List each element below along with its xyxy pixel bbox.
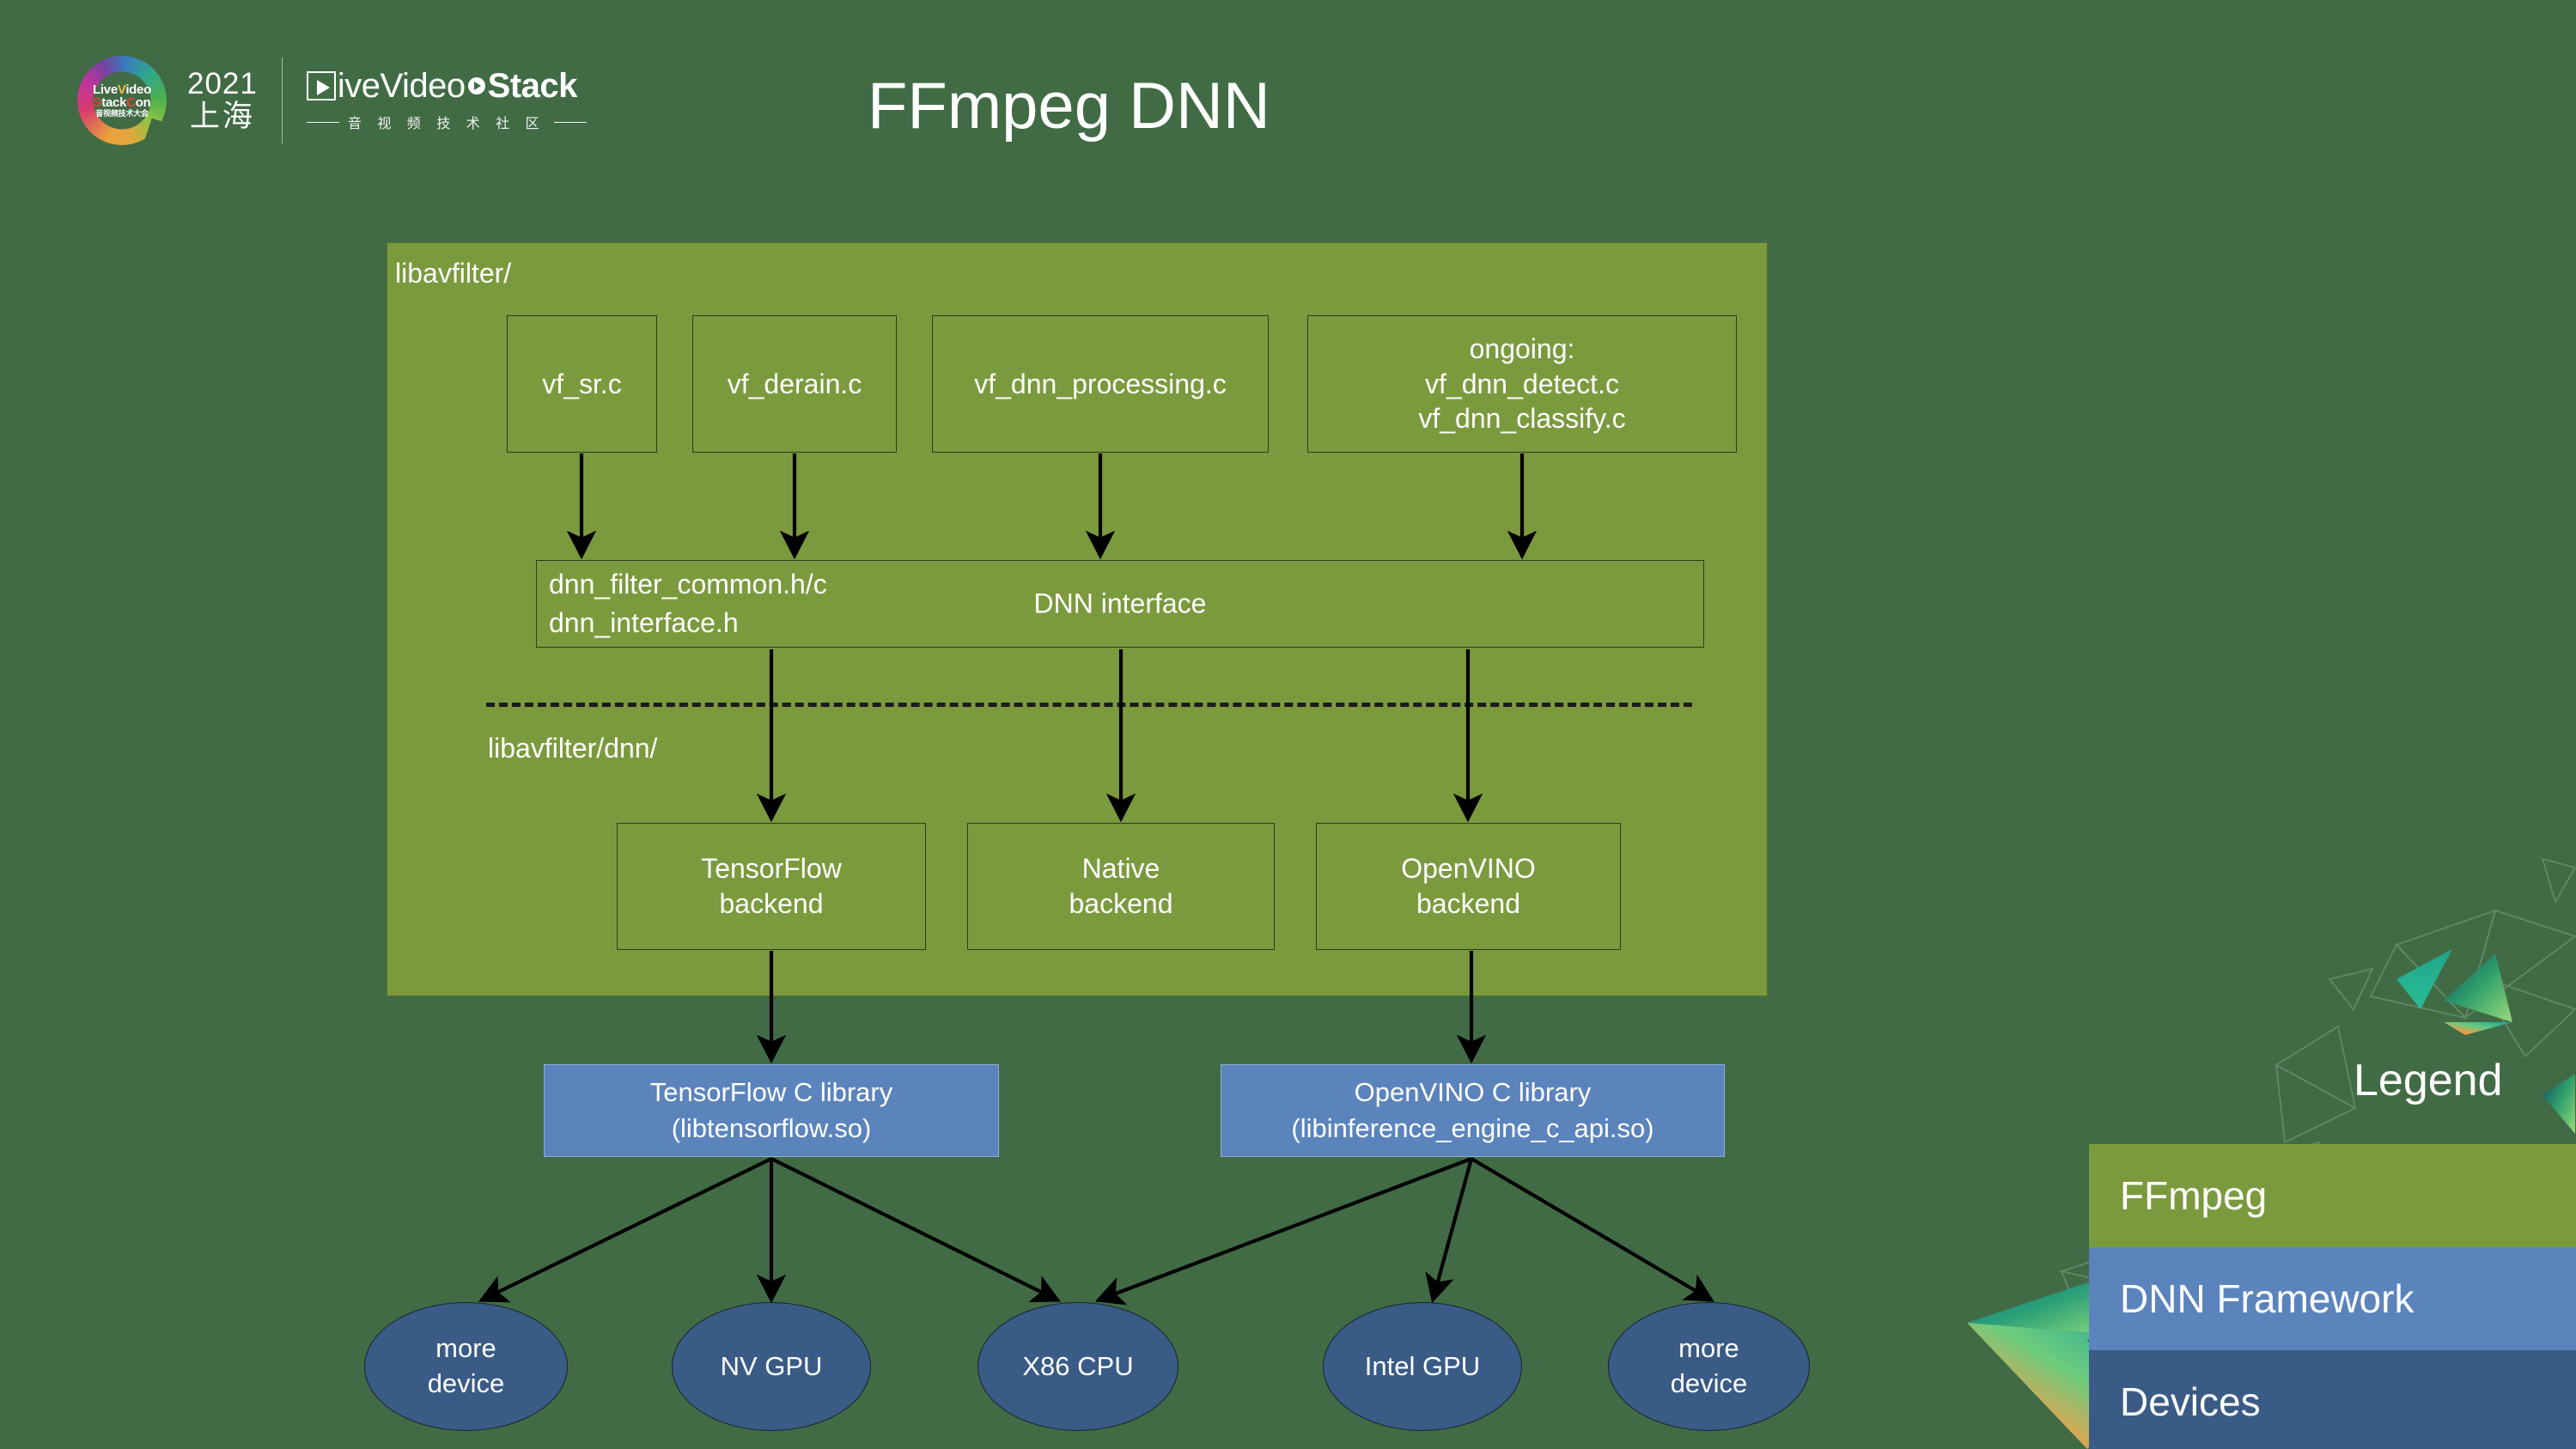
page-title: FFmpeg DNN bbox=[868, 70, 1270, 143]
play-icon bbox=[306, 71, 336, 100]
brand-part2: Video bbox=[380, 67, 466, 105]
conference-city: 上海 bbox=[189, 100, 255, 133]
dnn-interface-label: DNN interface bbox=[1033, 588, 1207, 619]
device-ellipse-x86-cpu[interactable]: X86 CPU bbox=[977, 1302, 1178, 1431]
conference-logo-block: LiveVideo StackCon 音视频技术大会 2021 上海 ive Vi… bbox=[77, 53, 587, 148]
backend-box-native[interactable]: Native backend bbox=[967, 823, 1275, 950]
filter-box-vf-sr[interactable]: vf_sr.c bbox=[507, 315, 657, 453]
legend-row-dnn-framework: DNN Framework bbox=[2089, 1247, 2576, 1350]
arrow-ov-library-to-x86-cpu bbox=[1094, 1157, 1472, 1306]
legend-label-ffmpeg: FFmpeg bbox=[2120, 1173, 2268, 1218]
device-ellipse-intel-gpu[interactable]: Intel GPU bbox=[1323, 1302, 1522, 1431]
layer-divider bbox=[486, 703, 1692, 707]
brand-subtitle: 音 视 频 技 术 社 区 bbox=[347, 117, 545, 131]
livevideostackcon-logo: LiveVideo StackCon 音视频技术大会 bbox=[77, 56, 167, 145]
arrow-ov-library-to-more-device bbox=[1470, 1157, 1714, 1302]
libavfilter-dnn-label: libavfilter/dnn/ bbox=[488, 733, 658, 764]
backend-box-openvino[interactable]: OpenVINO backend bbox=[1316, 823, 1621, 950]
arrow-tf-library-to-more-device bbox=[478, 1157, 772, 1303]
device-ellipse-more-device-right[interactable]: more device bbox=[1608, 1302, 1810, 1431]
logo-ring-l3: 音视频技术大会 bbox=[95, 109, 149, 119]
legend-label-devices: Devices bbox=[2120, 1379, 2261, 1424]
logo-ring-l2c: C bbox=[126, 94, 136, 110]
library-box-openvino[interactable]: OpenVINO C library (libinference_engine_… bbox=[1221, 1064, 1725, 1157]
logo-divider bbox=[281, 58, 283, 143]
device-ellipse-nv-gpu[interactable]: NV GPU bbox=[672, 1302, 871, 1431]
backend-box-tensorflow[interactable]: TensorFlow backend bbox=[617, 823, 926, 950]
filter-box-vf-dnn-processing[interactable]: vf_dnn_processing.c bbox=[932, 315, 1269, 453]
arrow-ov-library-to-intel-gpu bbox=[1425, 1158, 1474, 1304]
logo-ring-l2b: tack bbox=[101, 94, 127, 110]
legend-label-dnn-framework: DNN Framework bbox=[2120, 1276, 2415, 1321]
legend-row-ffmpeg: FFmpeg bbox=[2089, 1144, 2576, 1247]
legend: FFmpeg DNN Framework Devices bbox=[2089, 1144, 2576, 1449]
filter-box-ongoing[interactable]: ongoing: vf_dnn_detect.c vf_dnn_classify… bbox=[1307, 315, 1737, 453]
legend-title: Legend bbox=[2354, 1056, 2503, 1105]
arrow-tf-library-to-x86-cpu bbox=[770, 1157, 1062, 1303]
legend-row-devices: Devices bbox=[2089, 1350, 2576, 1449]
logo-ring-text: LiveVideo StackCon 音视频技术大会 bbox=[77, 56, 167, 145]
logo-ring-l2d: on bbox=[135, 94, 151, 110]
brand-rule-right bbox=[553, 121, 587, 123]
conference-year: 2021 bbox=[187, 67, 258, 101]
brand-rule-left bbox=[306, 121, 339, 123]
slide: LiveVideo StackCon 音视频技术大会 2021 上海 ive Vi… bbox=[0, 0, 2576, 1449]
device-ellipse-more-device-left[interactable]: more device bbox=[364, 1302, 568, 1431]
play-dot-icon bbox=[467, 77, 485, 94]
brand-part1: ive bbox=[337, 67, 381, 105]
brand-part3: Stack bbox=[487, 67, 578, 105]
filter-box-vf-derain[interactable]: vf_derain.c bbox=[692, 315, 897, 453]
conference-year-city: 2021 上海 bbox=[187, 68, 258, 133]
logo-ring-l2a: S bbox=[93, 94, 102, 110]
livevideostack-brand: ive Video Stack 音 视 频 技 术 社 区 bbox=[306, 67, 587, 132]
dnn-interface-box[interactable]: dnn_filter_common.h/c dnn_interface.h DN… bbox=[536, 560, 1704, 648]
library-box-tensorflow[interactable]: TensorFlow C library (libtensorflow.so) bbox=[544, 1064, 999, 1157]
libavfilter-label: libavfilter/ bbox=[395, 258, 512, 289]
